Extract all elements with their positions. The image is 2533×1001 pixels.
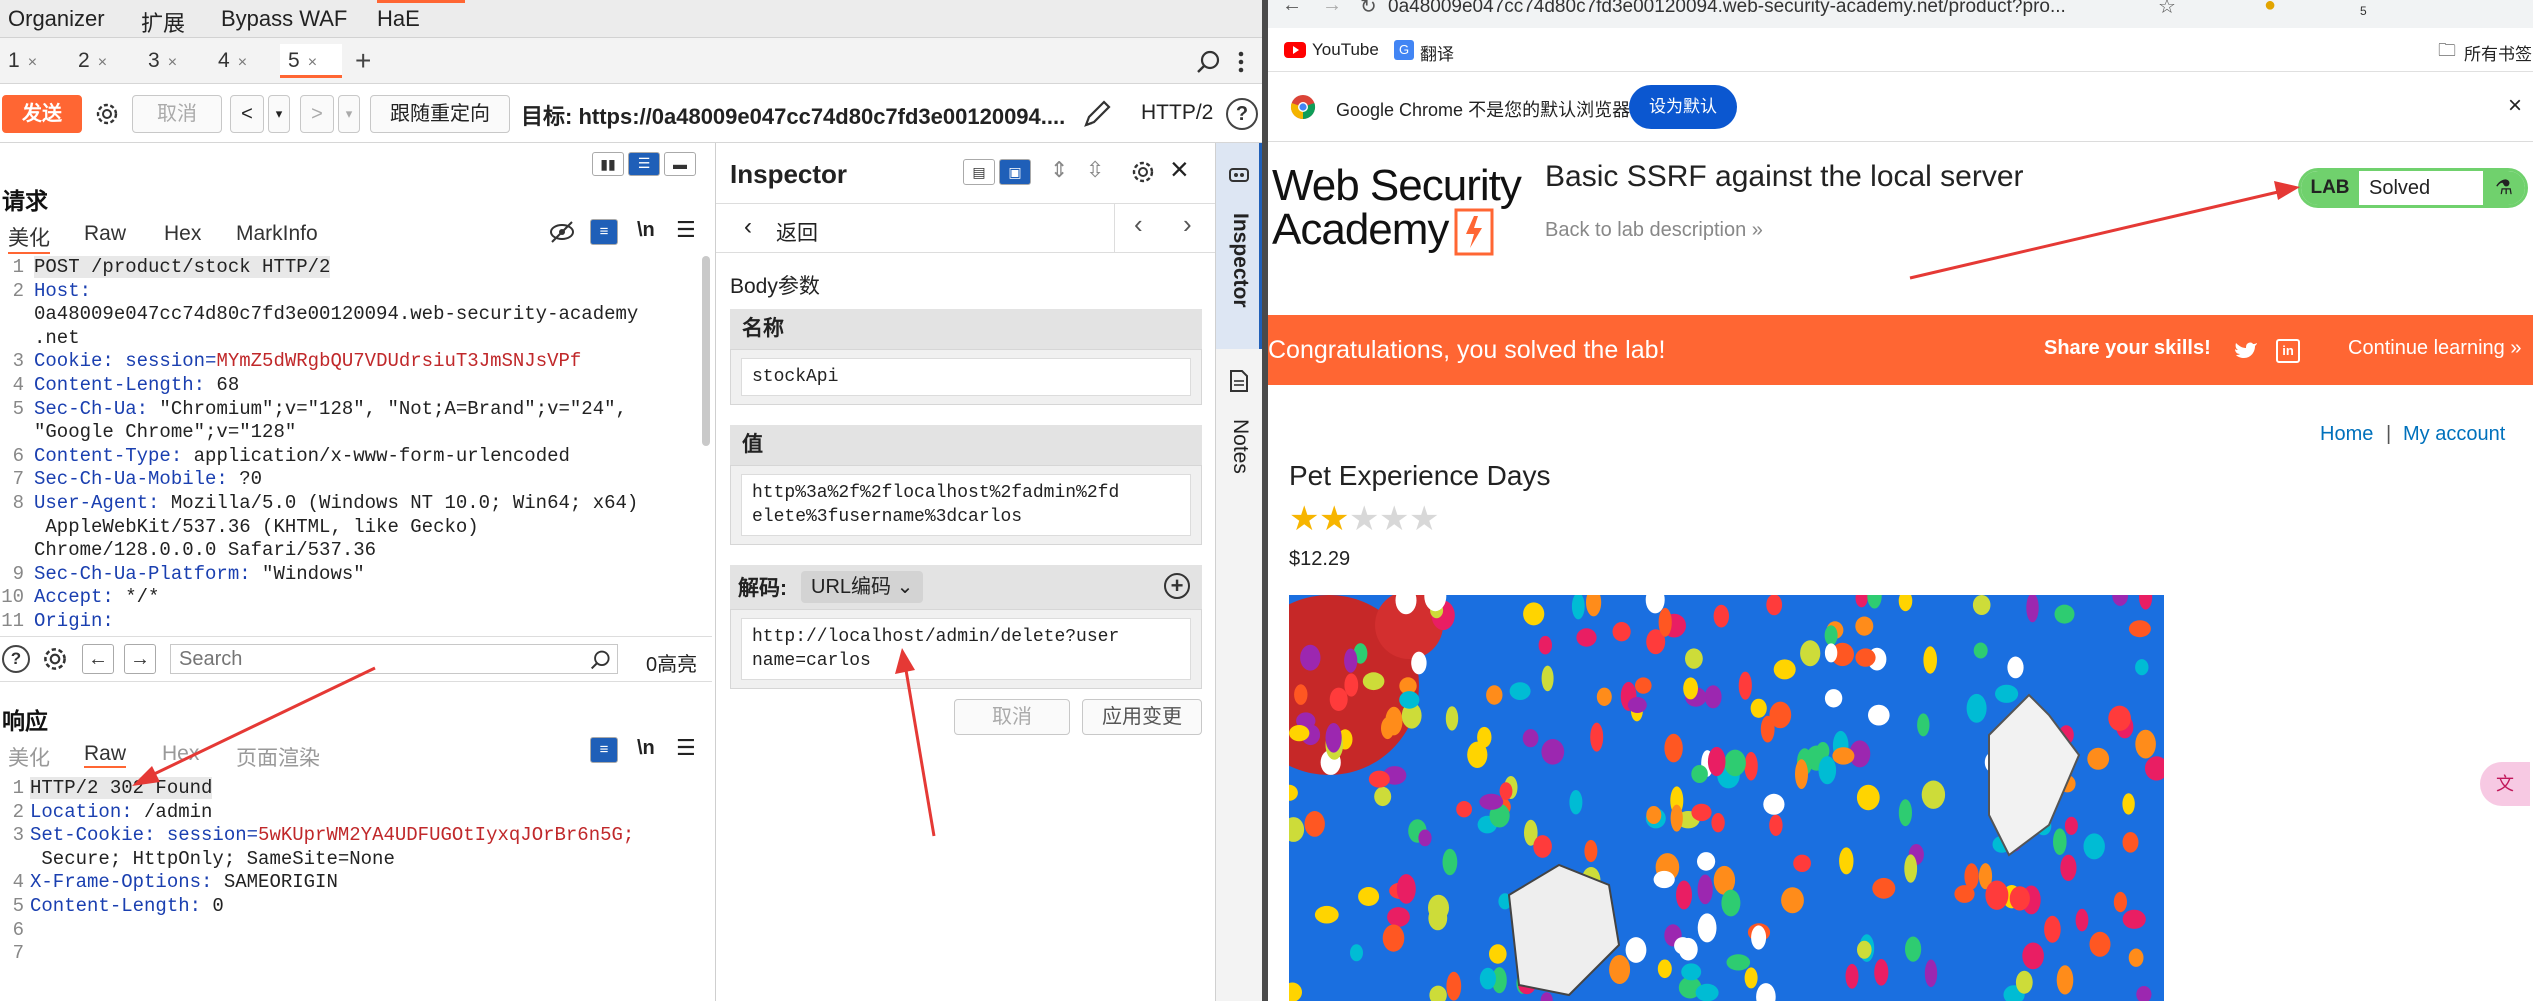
burp-window: Organizer 扩展 Bypass WAF HaE 1 × 2 × 3 × 4 × … — [0, 0, 1262, 1001]
annotation-arrows — [132, 648, 936, 837]
chrome-window: ← → ↻ 0a48009e047cc74d80c7fd3e00120094.w… — [1268, 0, 2533, 1001]
annotation-arrow — [1909, 181, 2300, 280]
translate-float-icon[interactable]: 文 — [2480, 762, 2530, 806]
